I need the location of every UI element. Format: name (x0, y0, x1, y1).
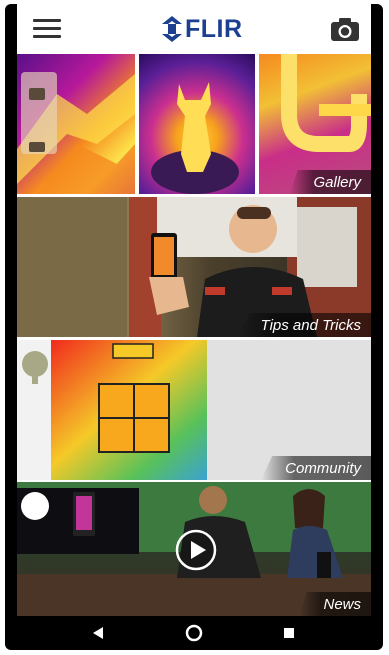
play-button-icon[interactable] (175, 529, 217, 571)
tips-label: Tips and Tricks (236, 313, 371, 337)
top-app-bar: FLIR (17, 4, 371, 54)
home-circle-icon[interactable] (174, 616, 214, 650)
flir-logo: FLIR (162, 15, 243, 43)
tips-and-tricks-tile[interactable]: Tips and Tricks (17, 197, 371, 337)
gallery-thumbnail-hands (17, 54, 135, 194)
gallery-label: Gallery (289, 170, 371, 194)
back-triangle-icon[interactable] (79, 616, 119, 650)
hamburger-menu-icon[interactable] (33, 19, 61, 39)
app-screen: FLIR Gallery Tips and Tricks Community N… (17, 4, 371, 650)
community-tile[interactable]: Community (17, 340, 371, 480)
flir-logo-mark-icon (162, 16, 182, 42)
news-label: News (299, 592, 371, 616)
news-tile[interactable]: News (17, 482, 371, 616)
gallery-thumbnail-dog (139, 54, 255, 194)
phone-frame: FLIR Gallery Tips and Tricks Community N… (5, 4, 383, 650)
system-nav-bar (17, 616, 371, 650)
community-label: Community (261, 456, 371, 480)
camera-icon[interactable] (331, 17, 359, 41)
logo-text: FLIR (185, 14, 243, 43)
gallery-tile[interactable]: Gallery (17, 54, 371, 194)
recents-square-icon[interactable] (269, 616, 309, 650)
